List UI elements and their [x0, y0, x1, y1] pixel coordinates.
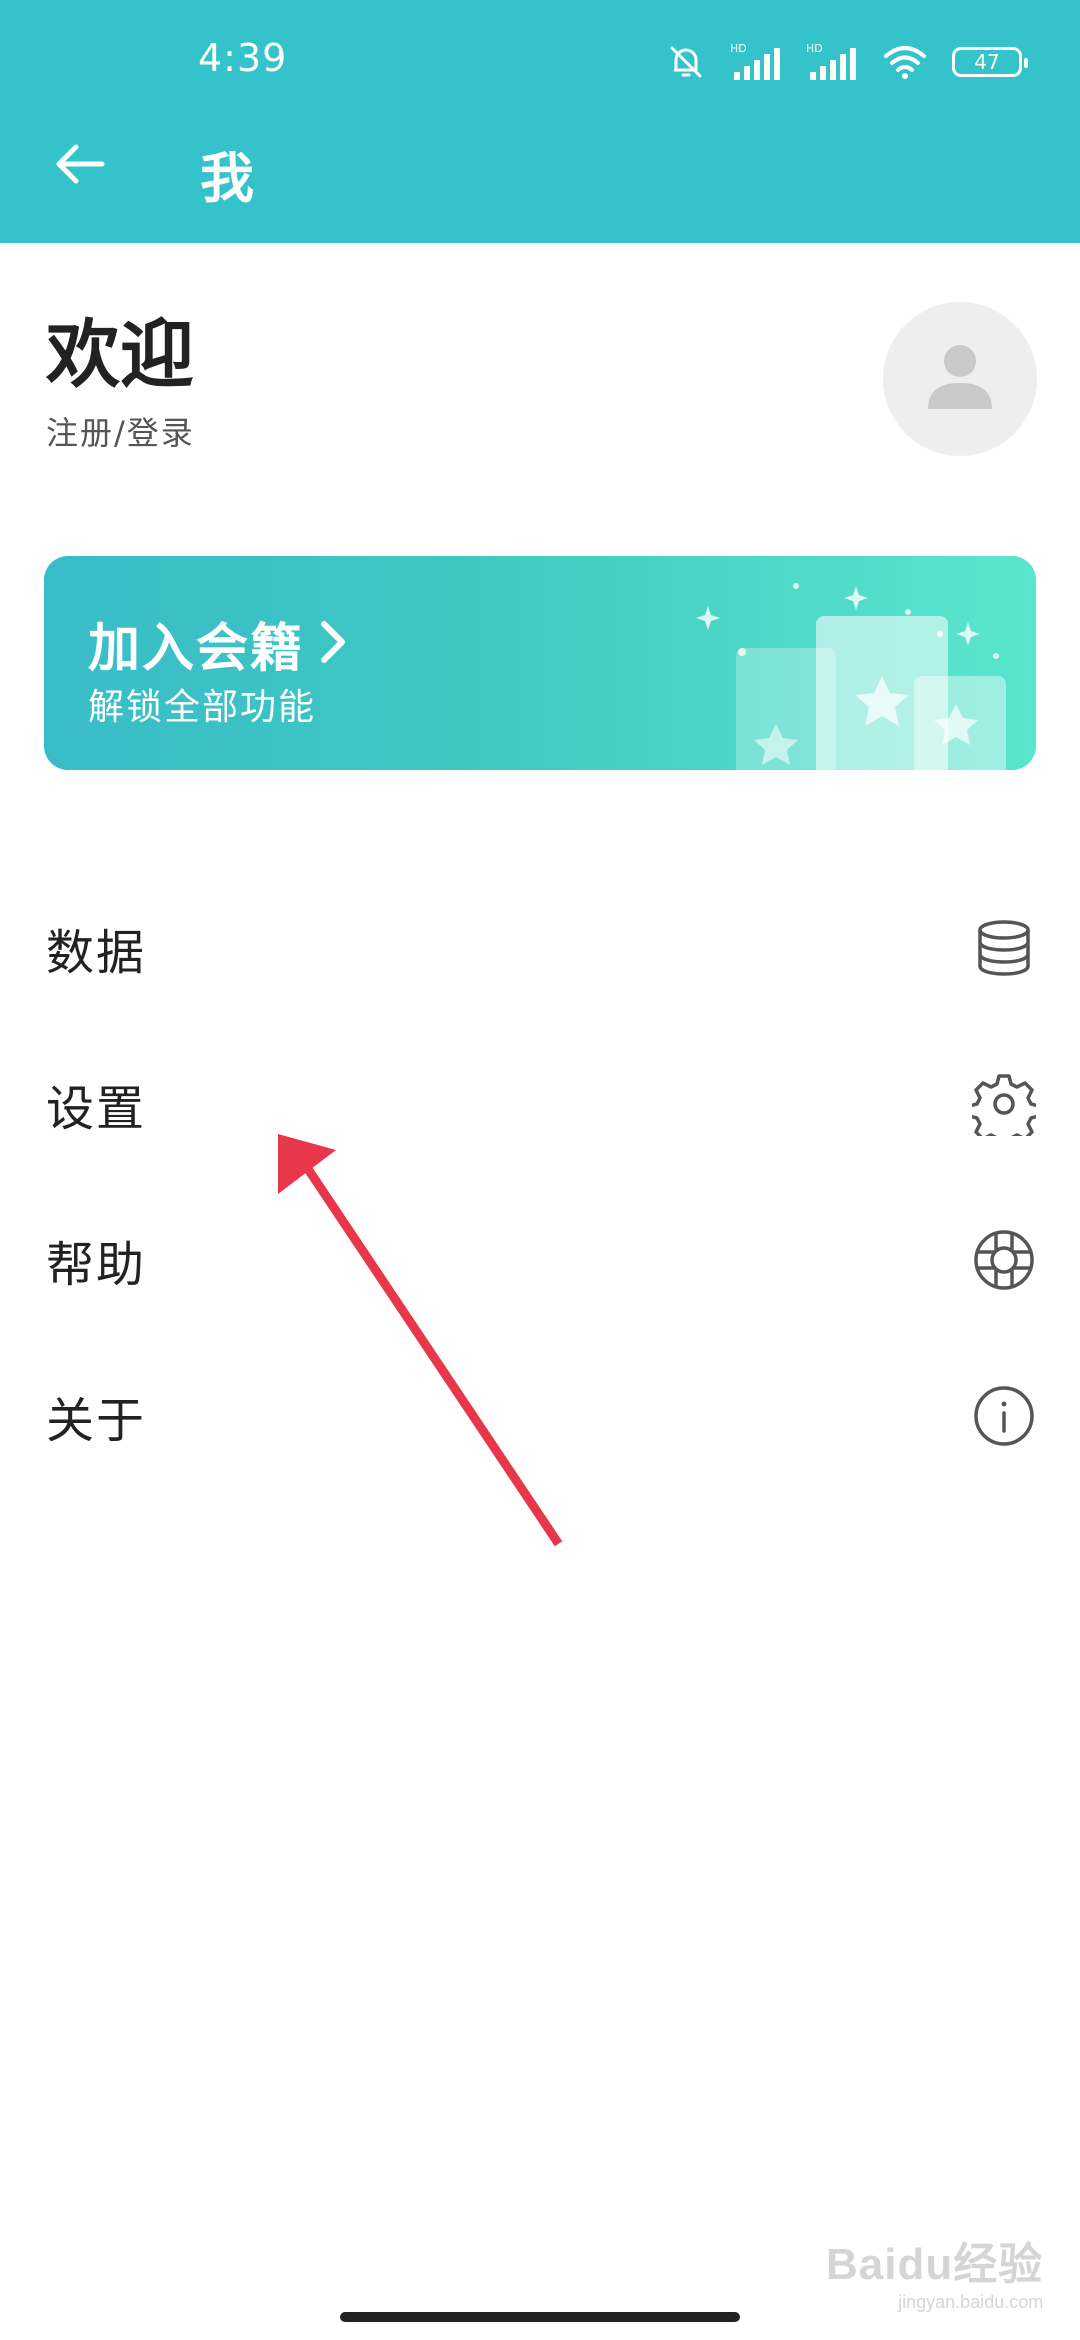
wifi-icon [882, 43, 928, 81]
watermark: Baidu经验 jingyan.baidu.com [826, 2228, 1043, 2313]
signal-icon: HD [806, 42, 858, 82]
lifebuoy-icon [972, 1228, 1036, 1292]
back-button[interactable] [44, 136, 116, 196]
watermark-subtext: jingyan.baidu.com [898, 2292, 1044, 2312]
menu-item-settings[interactable]: 设置 [0, 1034, 1080, 1174]
bell-off-icon [666, 42, 706, 82]
app-header: 4:39 HD HD 47 我 [0, 0, 1080, 243]
status-icons: HD HD 47 [666, 38, 1028, 86]
menu-item-about[interactable]: 关于 [0, 1346, 1080, 1486]
signal-icon: HD [730, 42, 782, 82]
back-arrow-icon [54, 142, 106, 190]
membership-title-row: 加入会籍 [88, 606, 348, 681]
watermark-text: Baidu经验 [826, 2240, 1044, 2289]
home-indicator[interactable] [340, 2312, 740, 2322]
battery-icon: 47 [952, 47, 1028, 77]
signal2-hd-label: HD [806, 42, 823, 55]
trophy-podium-illustration [696, 583, 1006, 770]
membership-banner[interactable]: 加入会籍 解锁全部功能 [44, 556, 1036, 770]
status-time: 4:39 [198, 36, 288, 80]
menu-item-data[interactable]: 数据 [0, 878, 1080, 1018]
avatar-icon [920, 337, 1000, 421]
welcome-heading: 欢迎 [46, 312, 194, 398]
info-icon [972, 1384, 1036, 1448]
signal1-hd-label: HD [730, 42, 747, 55]
gear-icon [972, 1072, 1036, 1136]
menu-item-label: 设置 [46, 1081, 147, 1137]
membership-subtitle: 解锁全部功能 [88, 687, 317, 728]
page-title: 我 [200, 147, 254, 210]
membership-title: 加入会籍 [88, 619, 305, 679]
menu-item-label: 帮助 [46, 1237, 147, 1293]
menu-item-label: 数据 [46, 925, 147, 981]
register-login-link[interactable]: 注册/登录 [46, 408, 195, 454]
menu-item-help[interactable]: 帮助 [0, 1190, 1080, 1330]
avatar[interactable] [883, 302, 1037, 456]
battery-level: 47 [974, 50, 1000, 74]
menu-item-label: 关于 [46, 1393, 147, 1449]
chevron-right-icon [318, 618, 348, 670]
database-icon [972, 916, 1036, 980]
